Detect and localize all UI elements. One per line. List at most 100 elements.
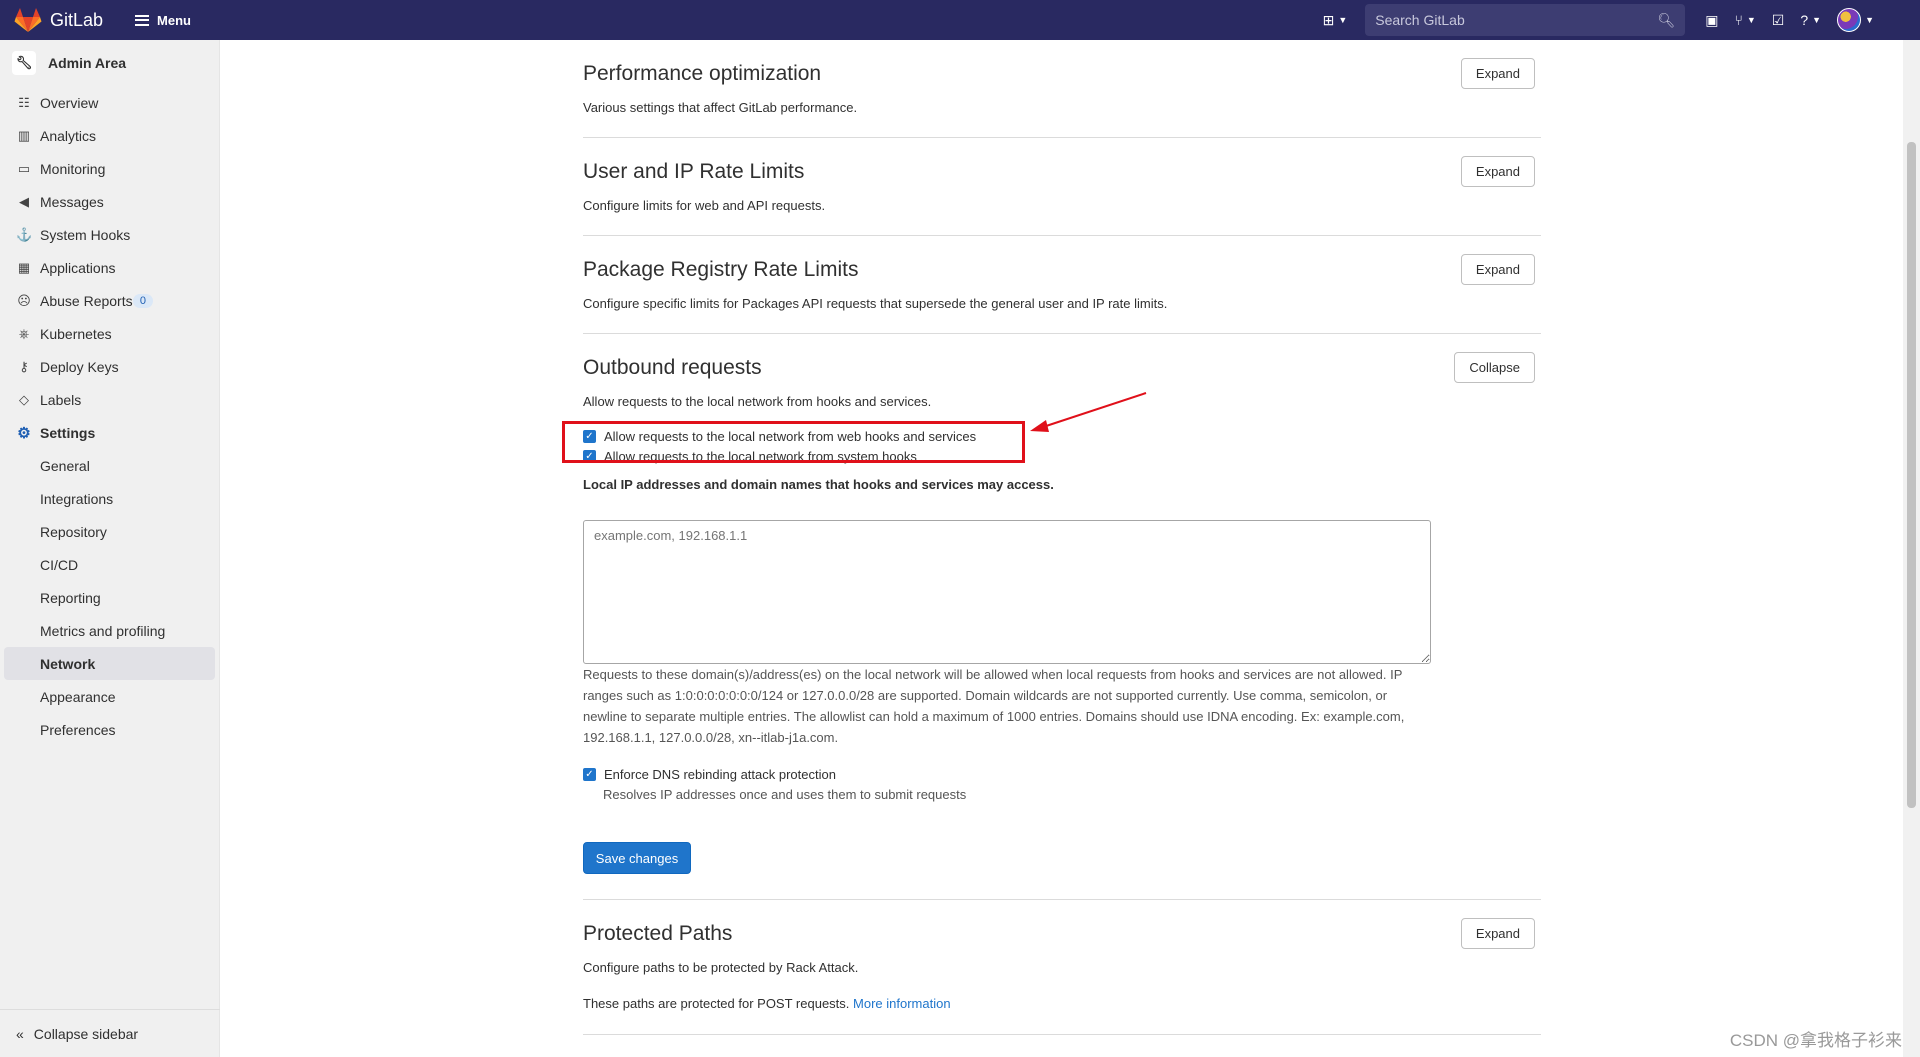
sidebar-item-label: System Hooks	[40, 226, 131, 243]
sidebar-subitem-network[interactable]: Network	[4, 647, 215, 680]
brand-name: GitLab	[50, 9, 104, 30]
hamburger-icon	[135, 14, 150, 26]
collapse-sidebar-button[interactable]: « Collapse sidebar	[0, 1009, 220, 1057]
sidebar-subitem-appearance[interactable]: Appearance	[0, 680, 219, 713]
section-title: Performance optimization	[583, 62, 822, 85]
checkbox-label: Enforce DNS rebinding attack protection	[604, 767, 836, 782]
sidebar-item-analytics[interactable]: ▥ Analytics	[0, 119, 219, 152]
expand-button[interactable]: Expand	[1460, 156, 1535, 187]
issues-icon: ▣	[1705, 11, 1719, 28]
merge-request-icon: ⑂	[1734, 12, 1743, 28]
section-title: Package Registry Rate Limits	[583, 258, 859, 281]
key-icon: ⚷	[19, 358, 29, 374]
sidebar-item-messages[interactable]: ◀ Messages	[0, 185, 219, 218]
help-icon: ?	[1800, 12, 1809, 28]
save-changes-button[interactable]: Save changes	[583, 842, 691, 874]
abuse-count-badge: 0	[132, 293, 153, 308]
section-title: Outbound requests	[583, 356, 762, 379]
note-text: These paths are protected for POST reque…	[583, 996, 850, 1011]
section-description: Configure paths to be protected by Rack …	[583, 960, 859, 975]
todos-button[interactable]: ☑	[1764, 0, 1793, 40]
checkbox-checked[interactable]: ✓	[583, 430, 596, 443]
expand-button[interactable]: Expand	[1460, 254, 1535, 285]
todo-icon: ☑	[1771, 11, 1785, 28]
admin-sidebar: 🔧︎ Admin Area ☷ Overview ▥ Analytics ▭ Moni…	[0, 40, 220, 1057]
plus-square-icon: ⊞	[1322, 11, 1335, 28]
performance-section: Performance optimization Various setting…	[583, 40, 1541, 138]
sidebar-subitem-ci-cd[interactable]: CI/CD	[0, 548, 219, 581]
sidebar-item-label: Overview	[40, 94, 99, 111]
sidebar-subitem-general[interactable]: General	[0, 449, 219, 482]
checkbox-label: Allow requests to the local network from…	[604, 449, 917, 464]
section-title: Protected Paths	[583, 922, 733, 945]
abuse-icon: ☹	[17, 292, 31, 308]
allow-system-hooks-checkbox-row[interactable]: ✓ Allow requests to the local network fr…	[583, 449, 917, 464]
expand-button[interactable]: Expand	[1460, 58, 1535, 89]
expand-button[interactable]: Expand	[1460, 918, 1535, 949]
search-icon: 🔍︎	[1657, 11, 1676, 28]
section-description: Configure limits for web and API request…	[583, 198, 826, 213]
scrollbar-thumb[interactable]	[1907, 142, 1916, 808]
sidebar-item-label: Settings	[40, 424, 96, 441]
sidebar-subitem-preferences[interactable]: Preferences	[0, 713, 219, 746]
top-navbar: GitLab Menu ⊞ ▼ Search GitLab 🔍︎ ▣ ⑂ ▼ ☑ ?…	[0, 0, 1920, 40]
dns-rebinding-checkbox-row[interactable]: ✓ Enforce DNS rebinding attack protectio…	[583, 767, 836, 782]
gitlab-logo-icon	[14, 8, 42, 32]
sidebar-item-label: Monitoring	[40, 160, 106, 177]
protected-paths-section: Protected Paths Configure paths to be pr…	[583, 900, 1541, 1035]
section-description: Configure specific limits for Packages A…	[583, 296, 1168, 311]
sidebar-item-settings[interactable]: ⚙ Settings	[0, 416, 219, 449]
menu-button[interactable]: Menu	[129, 0, 197, 40]
sidebar-item-kubernetes[interactable]: ⎈ Kubernetes	[0, 317, 219, 350]
sidebar-title: Admin Area	[48, 55, 127, 71]
sidebar-subitem-reporting[interactable]: Reporting	[0, 581, 219, 614]
sidebar-item-label: Applications	[40, 259, 116, 276]
sidebar-item-overview[interactable]: ☷ Overview	[0, 86, 219, 119]
sidebar-item-abuse-reports[interactable]: ☹ Abuse Reports 0	[0, 284, 219, 317]
section-description: Allow requests to the local network from…	[583, 394, 932, 409]
sidebar-item-label: Messages	[40, 193, 104, 210]
menu-label: Menu	[157, 12, 191, 28]
double-chevron-left-icon: «	[16, 1025, 24, 1042]
checkbox-checked[interactable]: ✓	[583, 768, 596, 781]
allow-web-hooks-checkbox-row[interactable]: ✓ Allow requests to the local network fr…	[583, 429, 976, 444]
overview-icon: ☷	[18, 94, 30, 110]
collapse-button[interactable]: Collapse	[1454, 352, 1535, 383]
page-scrollbar[interactable]	[1903, 40, 1920, 1057]
sidebar-subitem-integrations[interactable]: Integrations	[0, 482, 219, 515]
help-button[interactable]: ? ▼	[1792, 0, 1829, 40]
chevron-down-icon: ▼	[1338, 15, 1348, 25]
sidebar-item-monitoring[interactable]: ▭ Monitoring	[0, 152, 219, 185]
more-information-link[interactable]: More information	[853, 996, 951, 1011]
chevron-down-icon: ▼	[1865, 15, 1874, 25]
gear-icon: ⚙	[17, 424, 31, 442]
sidebar-item-label: Abuse Reports	[40, 292, 133, 309]
dns-help-text: Resolves IP addresses once and uses them…	[603, 787, 967, 802]
rate-limits-section: User and IP Rate Limits Configure limits…	[583, 138, 1541, 236]
section-title: User and IP Rate Limits	[583, 160, 805, 183]
wrench-icon: 🔧︎	[12, 51, 36, 75]
new-dropdown-button[interactable]: ⊞ ▼	[1315, 0, 1356, 40]
sidebar-subitem-repository[interactable]: Repository	[0, 515, 219, 548]
sidebar-item-system-hooks[interactable]: ⚓ System Hooks	[0, 218, 219, 251]
analytics-icon: ▥	[17, 127, 31, 143]
sidebar-item-labels[interactable]: ◇ Labels	[0, 383, 219, 416]
search-input[interactable]: Search GitLab 🔍︎	[1365, 4, 1686, 36]
sidebar-item-applications[interactable]: ▦ Applications	[0, 251, 219, 284]
checkbox-label: Allow requests to the local network from…	[604, 429, 977, 444]
issues-button[interactable]: ▣	[1697, 0, 1726, 40]
chevron-down-icon: ▼	[1746, 15, 1756, 25]
allowlist-label: Local IP addresses and domain names that…	[583, 477, 1054, 492]
allowlist-textarea[interactable]	[583, 520, 1431, 664]
user-menu-button[interactable]: ▼	[1829, 0, 1882, 40]
merge-requests-button[interactable]: ⑂ ▼	[1726, 0, 1763, 40]
sidebar-header[interactable]: 🔧︎ Admin Area	[0, 40, 219, 86]
collapse-sidebar-label: Collapse sidebar	[33, 1025, 139, 1042]
sidebar-subitem-metrics-and-profiling[interactable]: Metrics and profiling	[0, 614, 219, 647]
label-icon: ◇	[19, 391, 29, 407]
sidebar-item-deploy-keys[interactable]: ⚷ Deploy Keys	[0, 350, 219, 383]
monitor-icon: ▭	[17, 160, 31, 176]
section-description: Various settings that affect GitLab perf…	[583, 100, 858, 115]
checkbox-checked[interactable]: ✓	[583, 450, 596, 463]
gitlab-home-link[interactable]: GitLab	[14, 0, 103, 40]
